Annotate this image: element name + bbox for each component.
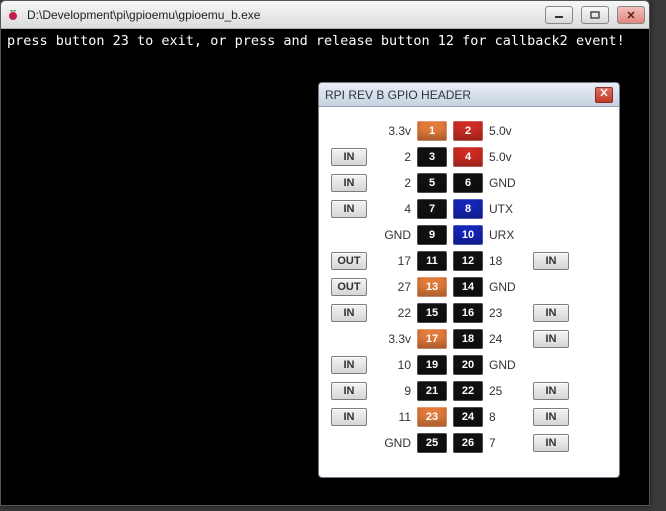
pin-label-left: 27: [373, 280, 411, 294]
pin-6[interactable]: 6: [453, 173, 483, 193]
io-button-left[interactable]: IN: [331, 304, 367, 322]
io-button-right[interactable]: IN: [533, 304, 569, 322]
gpio-window: RPI REV B GPIO HEADER 3.3v125.0vIN2345.0…: [318, 82, 620, 478]
pin-20[interactable]: 20: [453, 355, 483, 375]
pin-14[interactable]: 14: [453, 277, 483, 297]
pin-9[interactable]: 9: [417, 225, 447, 245]
pin-label-left: 4: [373, 202, 411, 216]
pin-5[interactable]: 5: [417, 173, 447, 193]
pin-24[interactable]: 24: [453, 407, 483, 427]
pin-label-left: 2: [373, 150, 411, 164]
pin-label-right: UTX: [489, 202, 527, 216]
gpio-title: RPI REV B GPIO HEADER: [325, 88, 595, 102]
gpio-row: 3.3v 12 5.0v: [331, 121, 607, 141]
io-button-left[interactable]: IN: [331, 174, 367, 192]
pin-8[interactable]: 8: [453, 199, 483, 219]
pin-16[interactable]: 16: [453, 303, 483, 323]
pin-1[interactable]: 1: [417, 121, 447, 141]
gpio-row: GND 25 26 7 IN: [331, 433, 607, 453]
pin-label-right: GND: [489, 176, 527, 190]
io-button-left[interactable]: OUT: [331, 278, 367, 296]
raspberry-icon: [5, 7, 21, 23]
io-button-right[interactable]: IN: [533, 252, 569, 270]
io-button-left[interactable]: IN: [331, 382, 367, 400]
gpio-row: IN 22 15 16 23 IN: [331, 303, 607, 323]
pin-label-left: 9: [373, 384, 411, 398]
pin-25[interactable]: 25: [417, 433, 447, 453]
pin-2[interactable]: 2: [453, 121, 483, 141]
pin-label-right: 5.0v: [489, 124, 527, 138]
pin-19[interactable]: 19: [417, 355, 447, 375]
gpio-row: GND 9 10 URX: [331, 225, 607, 245]
gpio-row: IN 234 5.0v: [331, 147, 607, 167]
gpio-row: 3.3v 17 18 24 IN: [331, 329, 607, 349]
io-button-right[interactable]: IN: [533, 434, 569, 452]
gpio-row: IN 10 19 20 GND: [331, 355, 607, 375]
io-button-left[interactable]: IN: [331, 356, 367, 374]
close-button[interactable]: [617, 6, 645, 24]
pin-label-right: GND: [489, 280, 527, 294]
pin-23[interactable]: 23: [417, 407, 447, 427]
pin-label-right: 24: [489, 332, 527, 346]
io-button-right[interactable]: IN: [533, 408, 569, 426]
gpio-row: IN 11 23 24 8 IN: [331, 407, 607, 427]
pin-label-left: 22: [373, 306, 411, 320]
console-titlebar[interactable]: D:\Development\pi\gpioemu\gpioemu_b.exe: [1, 1, 649, 29]
gpio-row: OUT 17 11 12 18 IN: [331, 251, 607, 271]
io-button-left[interactable]: IN: [331, 148, 367, 166]
pin-11[interactable]: 11: [417, 251, 447, 271]
pin-12[interactable]: 12: [453, 251, 483, 271]
pin-label-left: GND: [373, 436, 411, 450]
pin-label-right: 8: [489, 410, 527, 424]
pin-label-right: GND: [489, 358, 527, 372]
io-button-left[interactable]: OUT: [331, 252, 367, 270]
pin-18[interactable]: 18: [453, 329, 483, 349]
pin-label-right: 18: [489, 254, 527, 268]
pin-label-left: 17: [373, 254, 411, 268]
gpio-row: IN 9 21 22 25 IN: [331, 381, 607, 401]
io-button-left[interactable]: IN: [331, 200, 367, 218]
pin-26[interactable]: 26: [453, 433, 483, 453]
pin-label-left: 10: [373, 358, 411, 372]
gpio-pin-grid: 3.3v125.0vIN2345.0vIN256GNDIN478UTXGND91…: [319, 107, 619, 477]
console-title: D:\Development\pi\gpioemu\gpioemu_b.exe: [27, 8, 537, 22]
pin-label-left: 3.3v: [373, 124, 411, 138]
pin-label-right: 5.0v: [489, 150, 527, 164]
pin-17[interactable]: 17: [417, 329, 447, 349]
pin-label-left: 2: [373, 176, 411, 190]
pin-label-left: 3.3v: [373, 332, 411, 346]
minimize-button[interactable]: [545, 6, 573, 24]
pin-3[interactable]: 3: [417, 147, 447, 167]
pin-label-right: 7: [489, 436, 527, 450]
pin-22[interactable]: 22: [453, 381, 483, 401]
pin-label-right: URX: [489, 228, 527, 242]
gpio-close-button[interactable]: [595, 87, 613, 103]
io-button-left[interactable]: IN: [331, 408, 367, 426]
pin-4[interactable]: 4: [453, 147, 483, 167]
pin-label-right: 25: [489, 384, 527, 398]
pin-15[interactable]: 15: [417, 303, 447, 323]
gpio-row: IN 256 GND: [331, 173, 607, 193]
gpio-row: OUT 27 13 14 GND: [331, 277, 607, 297]
gpio-row: IN 478 UTX: [331, 199, 607, 219]
maximize-button[interactable]: [581, 6, 609, 24]
pin-7[interactable]: 7: [417, 199, 447, 219]
pin-label-right: 23: [489, 306, 527, 320]
io-button-right[interactable]: IN: [533, 330, 569, 348]
pin-label-left: 11: [373, 410, 411, 424]
gpio-titlebar[interactable]: RPI REV B GPIO HEADER: [319, 83, 619, 107]
io-button-right[interactable]: IN: [533, 382, 569, 400]
pin-21[interactable]: 21: [417, 381, 447, 401]
pin-10[interactable]: 10: [453, 225, 483, 245]
pin-label-left: GND: [373, 228, 411, 242]
pin-13[interactable]: 13: [417, 277, 447, 297]
